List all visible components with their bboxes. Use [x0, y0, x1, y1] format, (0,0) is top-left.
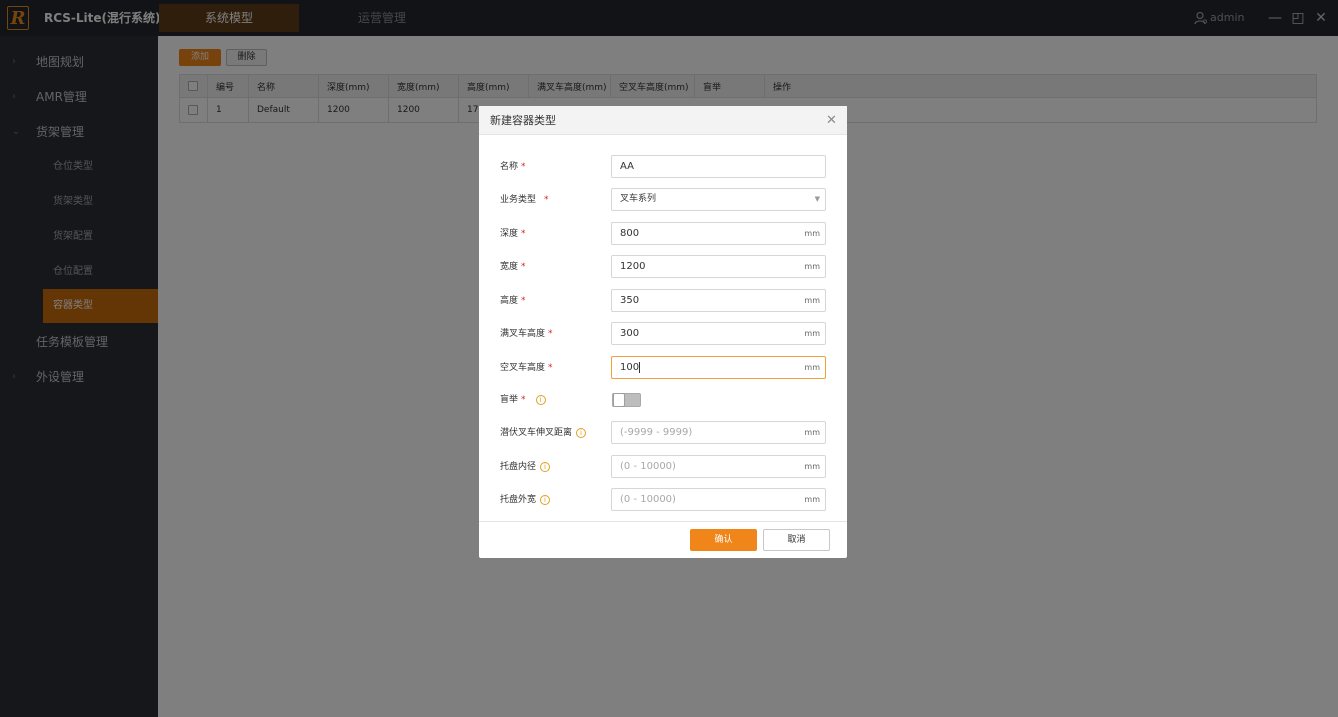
- form-row-pallet-outer: 托盘外宽 i (0 - 10000) mm: [479, 488, 847, 512]
- unit-label: mm: [804, 462, 820, 471]
- width-input[interactable]: 1200 mm: [611, 255, 826, 278]
- info-icon[interactable]: i: [540, 462, 551, 472]
- form-row-blind-lift: 盲举 * i: [479, 388, 847, 412]
- form-row-fork-extend: 潜伏叉车伸叉距离 i (-9999 - 9999) mm: [479, 421, 847, 445]
- unit-label: mm: [804, 428, 820, 437]
- pallet-outer-input[interactable]: (0 - 10000) mm: [611, 488, 826, 511]
- unit-label: mm: [804, 296, 820, 305]
- dialog-header: 新建容器类型 ✕: [479, 106, 847, 135]
- field-label: 托盘外宽 i: [500, 488, 551, 512]
- biz-type-select[interactable]: 叉车系列 ▼: [611, 188, 826, 211]
- field-label: 高度 *: [500, 289, 526, 313]
- fork-extend-input[interactable]: (-9999 - 9999) mm: [611, 421, 826, 444]
- pallet-inner-input[interactable]: (0 - 10000) mm: [611, 455, 826, 478]
- dialog-title: 新建容器类型: [490, 114, 556, 127]
- depth-input[interactable]: 800 mm: [611, 222, 826, 245]
- field-label: 盲举 * i: [500, 388, 546, 412]
- required-mark: *: [521, 162, 526, 172]
- form-row-depth: 深度 * 800 mm: [479, 222, 847, 246]
- form-row-full-fork-height: 满叉车高度 * 300 mm: [479, 322, 847, 346]
- confirm-button[interactable]: 确认: [690, 529, 757, 551]
- field-label: 名称 *: [500, 155, 526, 179]
- info-icon[interactable]: i: [540, 495, 551, 505]
- required-mark: *: [521, 262, 526, 272]
- unit-label: mm: [804, 229, 820, 238]
- form-row-empty-fork-height: 空叉车高度 * 100 mm: [479, 356, 847, 380]
- new-container-type-dialog: 新建容器类型 ✕ 名称 * AA 业务类型 * 叉车系列 ▼ 深度 * 800 mm 宽度…: [479, 106, 847, 558]
- field-label: 满叉车高度 *: [500, 322, 553, 346]
- required-mark: *: [544, 195, 549, 205]
- required-mark: *: [548, 329, 553, 339]
- caret-down-icon: ▼: [814, 195, 820, 203]
- unit-label: mm: [804, 262, 820, 271]
- close-icon[interactable]: ✕: [826, 106, 837, 135]
- field-label: 宽度 *: [500, 255, 526, 279]
- full-fork-height-input[interactable]: 300 mm: [611, 322, 826, 345]
- field-label: 业务类型 *: [500, 188, 549, 212]
- name-input[interactable]: AA: [611, 155, 826, 178]
- height-input[interactable]: 350 mm: [611, 289, 826, 312]
- required-mark: *: [521, 395, 526, 405]
- field-label: 深度 *: [500, 222, 526, 246]
- unit-label: mm: [804, 363, 820, 372]
- required-mark: *: [548, 363, 553, 373]
- empty-fork-height-input[interactable]: 100 mm: [611, 356, 826, 379]
- form-row-pallet-inner: 托盘内径 i (0 - 10000) mm: [479, 455, 847, 479]
- toggle-knob: [613, 393, 625, 407]
- form-row-biz-type: 业务类型 * 叉车系列 ▼: [479, 188, 847, 212]
- required-mark: *: [521, 296, 526, 306]
- dialog-footer: 确认 取消: [479, 521, 847, 558]
- required-mark: *: [521, 229, 526, 239]
- cancel-button[interactable]: 取消: [763, 529, 830, 551]
- blind-lift-toggle[interactable]: [612, 393, 641, 407]
- form-row-width: 宽度 * 1200 mm: [479, 255, 847, 279]
- field-label: 潜伏叉车伸叉距离 i: [500, 421, 587, 445]
- info-icon[interactable]: i: [535, 395, 546, 405]
- unit-label: mm: [804, 495, 820, 504]
- form-row-height: 高度 * 350 mm: [479, 289, 847, 313]
- info-icon[interactable]: i: [576, 428, 587, 438]
- field-label: 托盘内径 i: [500, 455, 551, 479]
- unit-label: mm: [804, 329, 820, 338]
- form-row-name: 名称 * AA: [479, 155, 847, 179]
- field-label: 空叉车高度 *: [500, 356, 553, 380]
